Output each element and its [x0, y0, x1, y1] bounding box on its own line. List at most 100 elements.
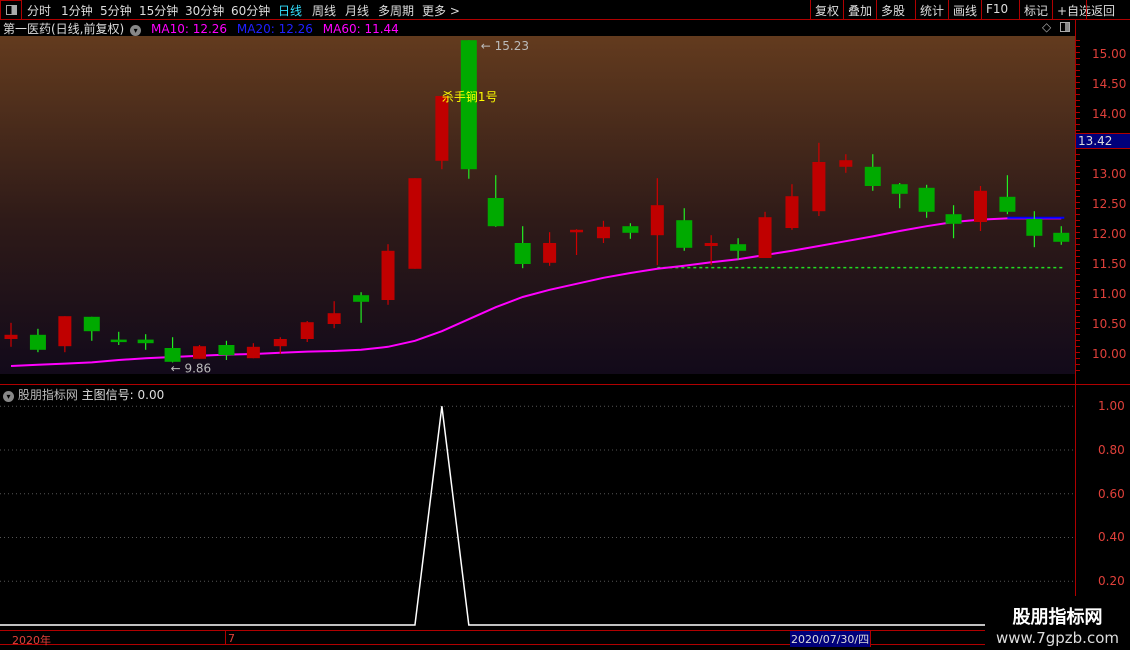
axis-tick [1076, 202, 1080, 203]
period-tab-10[interactable]: 更多 > [422, 2, 460, 19]
axis-tick [1076, 190, 1080, 191]
diamond-icon[interactable]: ◇ [1042, 20, 1051, 34]
cursor-date: 2020/07/30/四 [790, 631, 872, 647]
candle-body [353, 295, 370, 302]
indicator-tick-label: 0.20 [1098, 574, 1125, 588]
ma-line [10, 217, 1062, 367]
watermark-url: www.7gpzb.com [996, 629, 1119, 647]
axis-tick [1076, 256, 1080, 257]
axis-tick [1076, 280, 1080, 281]
axis-tick [1076, 334, 1080, 335]
axis-tick [1076, 232, 1080, 233]
axis-tick [1076, 364, 1080, 365]
axis-tick [1076, 358, 1080, 359]
period-tab-1[interactable]: 1分钟 [61, 2, 93, 19]
period-toolbar: 分时 1分钟 5分钟 15分钟 30分钟 60分钟 日线 周线 月线 多周期 更多 > 复权 叠加 多股… [0, 0, 1130, 20]
axis-tick [1076, 112, 1080, 113]
toolbar-button-0[interactable]: 复权 [810, 0, 843, 20]
axis-tick [1076, 268, 1080, 269]
axis-tick [1076, 340, 1080, 341]
low-label: ← 9.86 [171, 361, 212, 374]
candle-body [1026, 219, 1043, 236]
toolbar-button-5[interactable]: F10 [981, 0, 1012, 20]
period-tab-7[interactable]: 周线 [312, 2, 336, 19]
layout-toggle-icon[interactable] [0, 0, 22, 20]
axis-tick [1076, 304, 1080, 305]
axis-tick [1076, 82, 1080, 83]
price-tick-label: 11.50 [1092, 257, 1127, 271]
candle-body [435, 96, 449, 161]
period-tab-3[interactable]: 15分钟 [139, 2, 178, 19]
axis-tick [1076, 118, 1080, 119]
axis-tick [1076, 352, 1080, 353]
axis-tick [1076, 130, 1080, 131]
axis-tick [1076, 262, 1080, 263]
toolbar-button-6[interactable]: 标记 [1019, 0, 1052, 20]
candle-body [785, 196, 799, 228]
axis-tick [1076, 346, 1080, 347]
axis-tick [1076, 370, 1080, 371]
ma10-value: MA10: 12.26 [151, 22, 228, 36]
axis-tick [1076, 88, 1080, 89]
candle-body [381, 250, 395, 300]
candle-body [327, 313, 341, 324]
candle-body [193, 346, 207, 359]
price-tick-label: 11.00 [1092, 287, 1127, 301]
period-tab-2[interactable]: 5分钟 [100, 2, 132, 19]
axis-tick [1076, 196, 1080, 197]
candlestick-chart[interactable]: ← 15.23 ← 9.86 杀手锏1号 [0, 36, 1075, 375]
indicator-chart[interactable] [0, 400, 1075, 630]
axis-tick [1076, 226, 1080, 227]
axis-tick [1076, 100, 1080, 101]
axis-tick [1076, 46, 1080, 47]
axis-tick [1076, 214, 1080, 215]
watermark-name: 股朋指标网 [1012, 607, 1103, 628]
axis-tick [1076, 64, 1080, 65]
indicator-tick-label: 0.60 [1098, 486, 1125, 501]
axis-tick [1076, 184, 1080, 185]
toolbar-button-2[interactable]: 多股 [876, 0, 909, 20]
period-tab-6[interactable]: 日线 [278, 2, 302, 19]
indicator-tick-label: 0.80 [1098, 442, 1125, 457]
period-tab-4[interactable]: 30分钟 [185, 2, 224, 19]
axis-tick [1076, 178, 1080, 179]
candle-body [543, 243, 557, 263]
axis-tick [1076, 208, 1080, 209]
signal-line [0, 406, 1062, 626]
toolbar-button-3[interactable]: 统计 [915, 0, 948, 20]
candle-body [891, 184, 908, 194]
candle-body [29, 334, 46, 350]
axis-tick [1076, 250, 1080, 251]
axis-tick [1076, 220, 1080, 221]
axis-tick [1076, 328, 1080, 329]
axis-tick [1076, 94, 1080, 95]
panel-toggle-icon[interactable] [1060, 22, 1070, 32]
collapse-icon[interactable]: ▾ [130, 25, 142, 36]
toolbar-button-4[interactable]: 画线 [948, 0, 981, 20]
axis-tick [1076, 58, 1080, 59]
chart-title-bar: 第一医药(日线,前复权) ▾ MA10: 12.26 MA20: 12.26 MA… [0, 20, 1075, 36]
price-tick-label: 12.50 [1092, 197, 1127, 211]
axis-tick [1076, 124, 1080, 125]
candle-body [218, 345, 235, 356]
axis-tick [1076, 70, 1080, 71]
price-tick-label: 10.00 [1092, 347, 1127, 361]
price-tick-label: 12.00 [1092, 227, 1127, 241]
period-tab-5[interactable]: 60分钟 [231, 2, 270, 19]
candle-body [945, 214, 962, 224]
year-label: 2020年 [12, 634, 51, 647]
toolbar-button-1[interactable]: 叠加 [843, 0, 876, 20]
axis-tick [1076, 310, 1080, 311]
period-tab-8[interactable]: 月线 [345, 2, 369, 19]
panel-divider[interactable] [0, 384, 1130, 385]
period-tab-9[interactable]: 多周期 [378, 2, 414, 19]
axis-tick [1076, 316, 1080, 317]
candle-body [137, 339, 154, 344]
watermark: 股朋指标网 www.7gpzb.com [985, 596, 1130, 650]
candle-body [676, 220, 693, 248]
date-axis: 2020年 7 2020/07/30/四 [0, 630, 985, 647]
period-tab-0[interactable]: 分时 [27, 2, 51, 19]
toolbar-button-8[interactable]: 返回 [1086, 0, 1119, 20]
candle-body [460, 40, 477, 170]
candle-body [730, 244, 747, 251]
